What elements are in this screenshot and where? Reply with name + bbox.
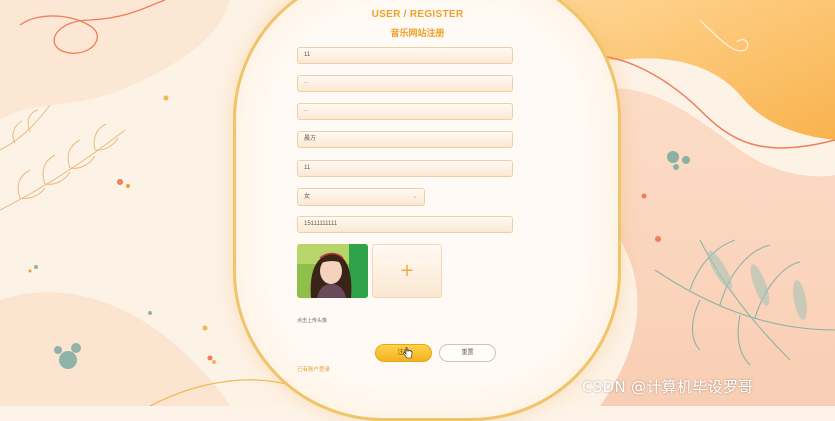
watermark-text: CSDN @计算机毕设罗哥 [582,378,754,396]
plus-icon: + [399,260,415,281]
login-link[interactable]: 已有账户登录 [297,365,330,373]
chevron-down-icon: ⌄ [412,193,418,200]
gender-select[interactable]: 女 ⌄ [297,188,425,206]
avatar-preview-image [297,244,368,298]
password-field[interactable]: ·· [297,75,513,92]
reset-button[interactable]: 重置 [439,344,496,362]
nickname-field[interactable]: 晨方 [297,131,513,148]
age-field[interactable]: 11 [297,160,513,177]
confirm-password-field[interactable]: ·· [297,103,513,120]
page-title-cn: 音乐网站注册 [390,28,445,38]
phone-field[interactable]: 15111111111 [297,216,513,233]
page-title-en: USER / REGISTER [371,9,464,20]
gender-select-value: 女 [304,194,311,200]
username-field[interactable]: 11 [297,47,513,64]
hand-cursor-icon [403,347,413,359]
avatar-upload-button[interactable]: + [372,244,442,298]
upload-hint-text: 点击上传头像 [297,318,328,324]
